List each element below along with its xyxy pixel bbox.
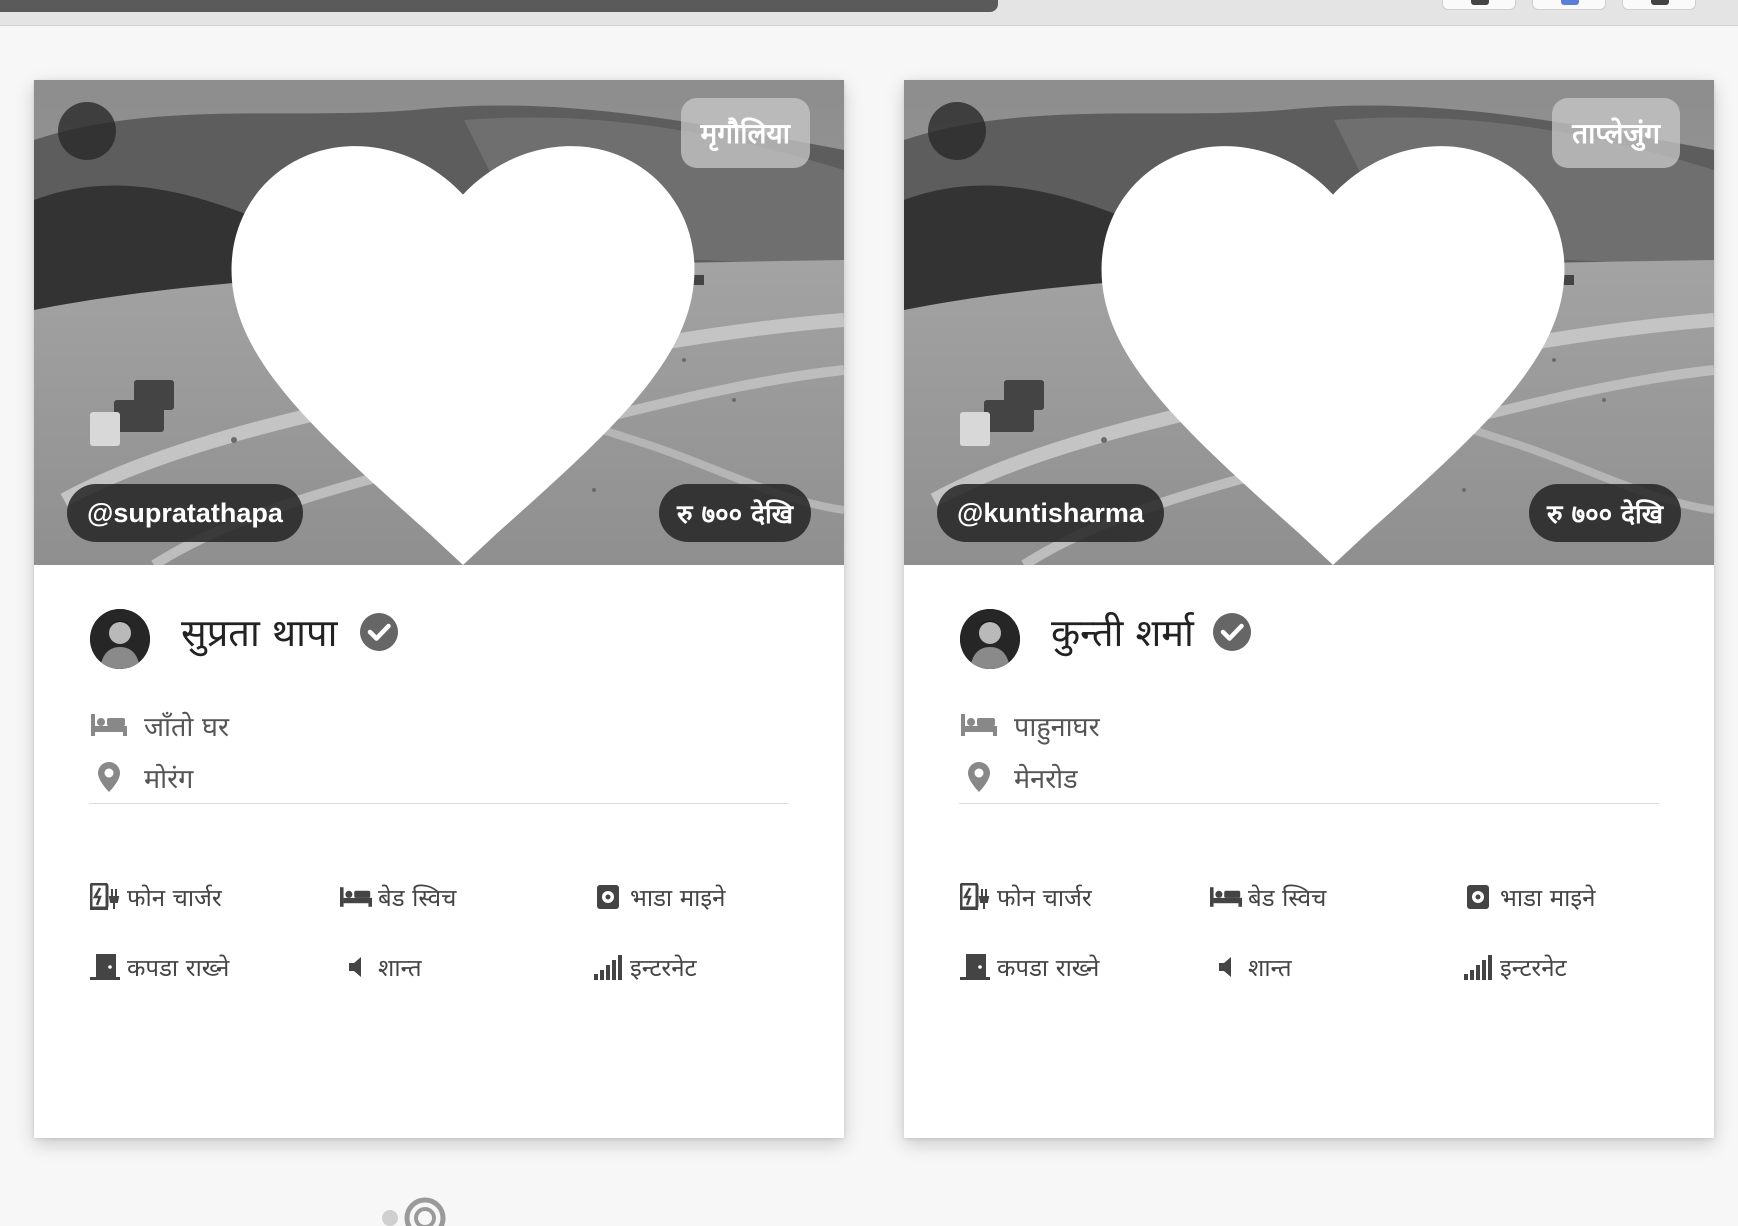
door-icon (89, 952, 121, 982)
map-pin-icon (959, 762, 999, 792)
bed-icon (340, 882, 372, 912)
phone-charger-icon (959, 882, 991, 912)
map-pin-icon (89, 762, 129, 792)
amenity-label: शान्त (1248, 953, 1292, 982)
location-row: मेनरोड (959, 757, 1078, 797)
amenity-cloth-store: कपडा राख्ने (959, 949, 1099, 985)
price-badge: रु ७०० देखि (1528, 484, 1681, 542)
amenity-phone-charger: फोन चार्जर (959, 879, 1092, 915)
favorite-button[interactable] (928, 102, 1565, 565)
bed-icon (959, 710, 999, 740)
listing-card[interactable]: मृगौलिया @supratathapa रु ७०० देखि सुप्र… (34, 80, 844, 1138)
avatar-image (960, 609, 1020, 669)
avatar[interactable] (90, 609, 150, 669)
host-name[interactable]: कुन्ती शर्मा (1051, 602, 1194, 662)
amenity-internet: इन्टरनेट (1462, 949, 1567, 985)
stay-type-row: पाहुनाघर (959, 705, 1100, 745)
amenity-label: बेड स्विच (378, 883, 457, 912)
amenity-phone-charger: फोन चार्जर (89, 879, 222, 915)
listing-photo[interactable]: मृगौलिया @supratathapa रु ७०० देखि (34, 80, 844, 565)
bed-icon (89, 710, 129, 740)
region-badge: मृगौलिया (680, 98, 810, 168)
loading-spinner-icon (382, 1197, 446, 1226)
host-name[interactable]: सुप्रता थापा (181, 602, 337, 662)
amenity-label: इन्टरनेट (1500, 953, 1567, 982)
stay-type-row: जाँतो घर (89, 705, 229, 745)
signal-icon (592, 952, 624, 982)
speaker-icon (340, 952, 372, 982)
amenity-bed-switch: बेड स्विच (340, 879, 456, 915)
signal-icon (1462, 952, 1494, 982)
amenity-quiet: शान्त (1210, 949, 1292, 985)
amenity-quiet: शान्त (340, 949, 422, 985)
listing-photo[interactable]: ताप्लेजुंग @kuntisharma रु ७०० देखि (904, 80, 1714, 565)
amenity-rent-ask: भाडा माइने (1462, 879, 1595, 915)
safe-icon (592, 882, 624, 912)
avatar-image (90, 609, 150, 669)
speaker-icon (1210, 952, 1242, 982)
door-icon (959, 952, 991, 982)
region-badge: ताप्लेजुंग (1552, 98, 1680, 168)
location: मोरंग (144, 763, 194, 795)
amenity-rent-ask: भाडा माइने (592, 879, 725, 915)
price-badge: रु ७०० देखि (658, 484, 811, 542)
divider (959, 803, 1659, 804)
amenity-cloth-store: कपडा राख्ने (89, 949, 229, 985)
amenity-label: फोन चार्जर (127, 883, 222, 912)
stay-type: जाँतो घर (144, 711, 229, 743)
amenity-internet: इन्टरनेट (592, 949, 697, 985)
amenity-label: भाडा माइने (630, 883, 726, 912)
toolbar-button[interactable] (1622, 0, 1696, 10)
amenity-label: कपडा राख्ने (997, 953, 1100, 982)
check-circle-icon (360, 613, 398, 651)
check-circle-icon (1213, 613, 1251, 651)
amenity-label: बेड स्विच (1248, 883, 1327, 912)
amenity-label: कपडा राख्ने (127, 953, 230, 982)
favorite-button[interactable] (58, 102, 695, 565)
toolbar-button[interactable] (1442, 0, 1516, 10)
toolbar-button[interactable] (1532, 0, 1606, 10)
amenity-label: भाडा माइने (1500, 883, 1596, 912)
amenity-bed-switch: बेड स्विच (1210, 879, 1326, 915)
amenity-label: फोन चार्जर (997, 883, 1092, 912)
amenity-label: शान्त (378, 953, 422, 982)
username-badge[interactable]: @kuntisharma (937, 484, 1164, 542)
address-bar[interactable] (0, 0, 998, 12)
divider (89, 803, 789, 804)
stay-type: पाहुनाघर (1014, 711, 1100, 743)
location-row: मोरंग (89, 757, 193, 797)
location: मेनरोड (1014, 763, 1078, 795)
safe-icon (1462, 882, 1494, 912)
bed-icon (1210, 882, 1242, 912)
listing-card[interactable]: ताप्लेजुंग @kuntisharma रु ७०० देखि कुन्… (904, 80, 1714, 1138)
avatar[interactable] (960, 609, 1020, 669)
browser-toolbar (0, 0, 1738, 26)
amenity-label: इन्टरनेट (630, 953, 697, 982)
username-badge[interactable]: @supratathapa (67, 484, 303, 542)
phone-charger-icon (89, 882, 121, 912)
